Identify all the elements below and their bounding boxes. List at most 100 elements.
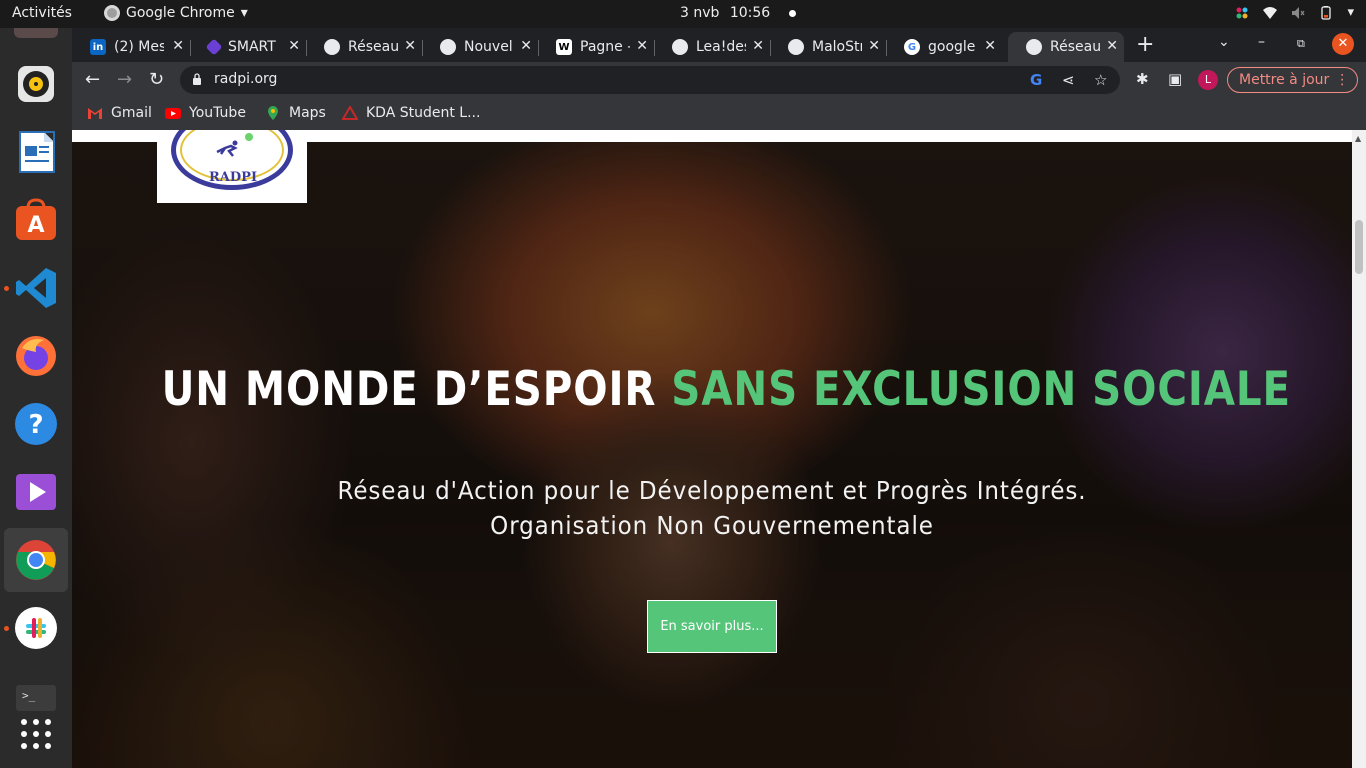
linkedin-icon: in: [90, 39, 106, 55]
url-text[interactable]: radpi.org: [214, 71, 277, 87]
hero-headline: UN MONDE D’ESPOIR SANS EXCLUSION SOCIALE: [162, 362, 1291, 417]
share-icon[interactable]: ⋖: [1062, 71, 1075, 89]
tab-leaders[interactable]: Lea!des ✕: [654, 32, 771, 62]
close-icon[interactable]: ✕: [288, 38, 300, 54]
clock-time: 10:56: [729, 5, 771, 21]
chevron-down-icon[interactable]: ▾: [1347, 5, 1354, 20]
lock-icon[interactable]: [192, 73, 202, 85]
bookmarks-bar: Gmail YouTube Maps KDA Student L...: [72, 98, 1366, 130]
globe-icon: [672, 39, 688, 55]
close-window-button[interactable]: ✕: [1332, 33, 1354, 55]
bookmark-youtube[interactable]: YouTube: [165, 105, 246, 121]
volume-muted-icon[interactable]: [1291, 6, 1305, 20]
close-icon[interactable]: ✕: [404, 38, 416, 54]
clock[interactable]: 3 nvb 10:56: [680, 5, 796, 21]
learn-more-button[interactable]: En savoir plus...: [647, 600, 777, 653]
scroll-up-icon[interactable]: ▲: [1355, 134, 1361, 143]
bookmark-label: KDA Student L...: [366, 105, 481, 121]
smart-icon: [205, 38, 223, 56]
app-menu[interactable]: Google Chrome ▾: [104, 5, 248, 21]
close-icon[interactable]: ✕: [984, 38, 996, 54]
close-icon[interactable]: ✕: [752, 38, 764, 54]
hero-background-image: [72, 142, 1352, 768]
side-panel-icon[interactable]: ▣: [1168, 70, 1182, 88]
bookmark-kda[interactable]: KDA Student L...: [342, 105, 480, 121]
help-icon[interactable]: ?: [12, 400, 60, 448]
tab-google[interactable]: G google ✕: [886, 32, 1002, 62]
tab-linkedin[interactable]: in (2) Mess ✕: [72, 32, 191, 62]
extensions-icon[interactable]: ✱: [1136, 70, 1149, 88]
tab-smart[interactable]: SMART ✕: [190, 32, 307, 62]
web-page: RADPI UN MONDE D’ESPOIR SANS EXCLUSION S…: [72, 130, 1366, 768]
slack-icon[interactable]: [12, 604, 60, 652]
slack-tray-icon[interactable]: [1235, 6, 1249, 20]
tab-malostr[interactable]: MaloStr ✕: [770, 32, 887, 62]
address-bar[interactable]: radpi.org G ⋖ ☆: [180, 66, 1120, 94]
tab-reseau[interactable]: Réseau ✕: [306, 32, 423, 62]
running-indicator-icon: [4, 286, 9, 291]
vscode-icon[interactable]: [12, 264, 60, 312]
dock-scroll-top-icon: [14, 28, 58, 38]
tab-title: Lea!des: [696, 39, 746, 55]
globe-icon: [440, 39, 456, 55]
globe-icon: [788, 39, 804, 55]
bookmark-maps[interactable]: Maps: [265, 105, 326, 121]
tab-search-icon[interactable]: ⌄: [1218, 34, 1230, 50]
firefox-icon[interactable]: [12, 332, 60, 380]
forward-button[interactable]: →: [117, 69, 132, 90]
maps-icon: [268, 106, 278, 120]
close-icon[interactable]: ✕: [172, 38, 184, 54]
tab-reseau-active[interactable]: Réseau ✕: [1008, 32, 1124, 62]
headline-green-part: SANS EXCLUSION SOCIALE: [671, 362, 1292, 417]
clock-date: 3 nvb: [680, 5, 720, 21]
new-tab-button[interactable]: +: [1136, 32, 1154, 57]
tab-title: Réseau: [348, 39, 398, 55]
activities-button[interactable]: Activités: [12, 5, 72, 21]
system-status-area[interactable]: ▾: [1235, 5, 1354, 20]
app-menu-label: Google Chrome: [126, 5, 235, 21]
chrome-icon[interactable]: [4, 528, 68, 592]
running-indicator-icon: [4, 626, 9, 631]
ubuntu-dock: A ? >_: [0, 28, 72, 768]
close-icon[interactable]: ✕: [1106, 38, 1118, 54]
minimize-button[interactable]: –: [1258, 34, 1265, 50]
video-player-icon[interactable]: [12, 468, 60, 516]
back-button[interactable]: ←: [85, 69, 100, 90]
page-scrollbar[interactable]: ▲: [1352, 130, 1366, 768]
svg-text:?: ?: [28, 410, 43, 440]
reload-button[interactable]: ↻: [149, 69, 164, 90]
chevron-down-icon: ▾: [240, 5, 248, 21]
notification-dot-icon: [788, 9, 796, 17]
rhythmbox-icon[interactable]: [12, 60, 60, 108]
wifi-icon[interactable]: [1263, 6, 1278, 20]
scrollbar-thumb[interactable]: [1355, 220, 1363, 274]
svg-text:>_: >_: [22, 689, 36, 702]
logo-green-dot-icon: [245, 133, 253, 141]
bookmark-label: Gmail: [111, 105, 152, 121]
radpi-logo[interactable]: RADPI: [157, 130, 307, 203]
tab-nouvel[interactable]: Nouvel ✕: [422, 32, 539, 62]
update-button[interactable]: Mettre à jour ⋮: [1227, 67, 1359, 93]
google-lens-icon[interactable]: G: [1030, 71, 1042, 89]
profile-avatar[interactable]: L: [1198, 70, 1218, 90]
tab-title: MaloStr: [812, 39, 862, 55]
maximize-button[interactable]: ⧉: [1297, 37, 1305, 51]
close-icon[interactable]: ✕: [636, 38, 648, 54]
hero-subtitle-line-1: Réseau d'Action pour le Développement et…: [337, 476, 1087, 505]
tab-strip: in (2) Mess ✕ SMART ✕ Réseau ✕ Nouvel ✕ …: [72, 28, 1366, 62]
bookmark-gmail[interactable]: Gmail: [87, 105, 152, 121]
tab-title: (2) Mess: [114, 39, 164, 55]
globe-icon: [324, 39, 340, 55]
bookmark-label: YouTube: [189, 105, 246, 121]
tab-pagne[interactable]: W Pagne - ✕: [538, 32, 655, 62]
google-icon: G: [904, 39, 920, 55]
close-icon[interactable]: ✕: [520, 38, 532, 54]
libreoffice-writer-icon[interactable]: [12, 128, 60, 176]
show-applications-icon[interactable]: [12, 710, 60, 758]
bookmark-star-icon[interactable]: ☆: [1094, 71, 1107, 89]
battery-icon[interactable]: [1319, 5, 1333, 20]
more-menu-icon[interactable]: ⋮: [1335, 68, 1349, 92]
close-icon[interactable]: ✕: [868, 38, 880, 54]
tab-title: Pagne -: [580, 39, 630, 55]
ubuntu-software-icon[interactable]: A: [12, 196, 60, 244]
